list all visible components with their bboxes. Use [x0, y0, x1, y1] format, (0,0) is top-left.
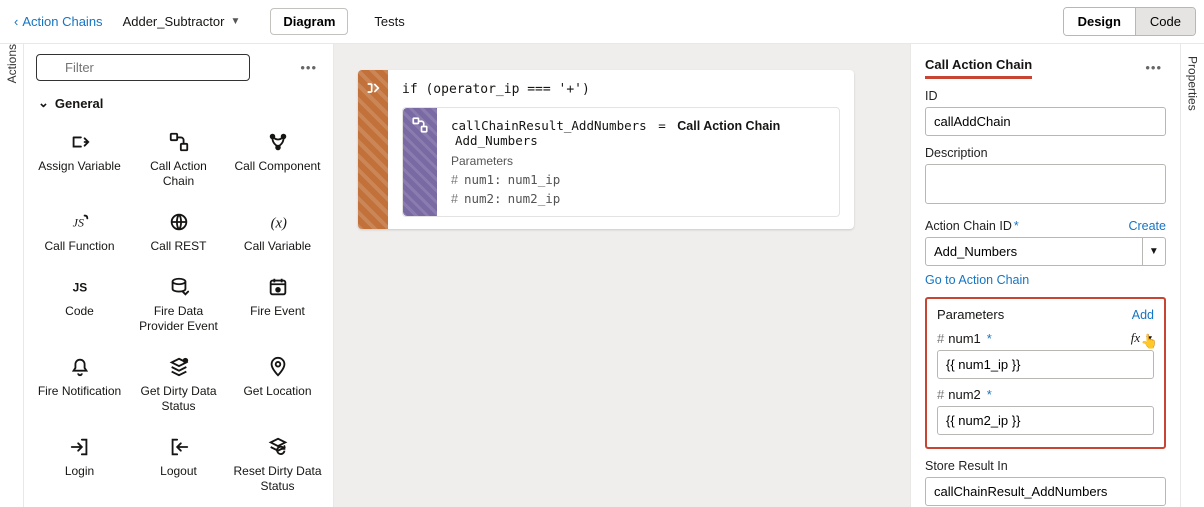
- action-label: Code: [65, 304, 94, 319]
- top-bar: ‹ Action Chains Adder_Subtractor ▼ Diagr…: [0, 0, 1204, 44]
- chain-icon: [411, 116, 429, 137]
- action-call-rest[interactable]: Call REST: [129, 203, 228, 262]
- code-toggle[interactable]: Code: [1135, 8, 1195, 35]
- store-result-label: Store Result In: [925, 459, 1166, 473]
- branch-icon: [365, 80, 381, 99]
- action-label: Call Function: [44, 239, 114, 254]
- action-label: Call Component: [234, 159, 320, 174]
- param2-label: #num2*: [937, 387, 992, 402]
- action-label: Get Dirty Data Status: [133, 384, 224, 414]
- caret-down-icon: ▼: [1149, 246, 1159, 257]
- action-fire-notification[interactable]: Fire Notification: [30, 348, 129, 422]
- chain-id-label: Action Chain ID*: [925, 219, 1019, 233]
- actions-tab-label: Actions: [5, 44, 19, 95]
- action-assign-variable[interactable]: Assign Variable: [30, 123, 129, 197]
- add-parameter-link[interactable]: Add: [1132, 308, 1154, 322]
- properties-menu-icon[interactable]: •••: [1141, 56, 1166, 79]
- diagram-canvas[interactable]: if (operator_ip === '+') callChainResult…: [334, 44, 910, 507]
- svg-text:JS: JS: [72, 281, 87, 295]
- if-node[interactable]: if (operator_ip === '+') callChainResult…: [358, 70, 854, 229]
- action-label: Login: [65, 464, 94, 479]
- properties-panel: Call Action Chain ••• ID Description Act…: [910, 44, 1180, 507]
- hash-icon: #: [937, 387, 944, 402]
- actions-side-tab[interactable]: Actions: [0, 44, 24, 507]
- description-label: Description: [925, 146, 1166, 160]
- param-line: #num1: num1_ip: [451, 172, 825, 187]
- action-call-function[interactable]: JS Call Function: [30, 203, 129, 262]
- design-toggle[interactable]: Design: [1064, 8, 1135, 35]
- param1-input[interactable]: [937, 350, 1154, 379]
- chevron-left-icon: ‹: [14, 14, 18, 29]
- action-label: Logout: [160, 464, 197, 479]
- param1-label: #num1*: [937, 331, 992, 346]
- action-get-location[interactable]: Get Location: [228, 348, 327, 422]
- description-input[interactable]: [925, 164, 1166, 204]
- call-chain-title: callChainResult_AddNumbers = Call Action…: [451, 118, 825, 148]
- filter-input[interactable]: [36, 54, 250, 81]
- chain-id-input[interactable]: [925, 237, 1143, 266]
- action-fire-data-provider-event[interactable]: Fire Data Provider Event: [129, 268, 228, 342]
- action-reset-dirty-data-status[interactable]: Reset Dirty Data Status: [228, 428, 327, 502]
- goto-chain-link[interactable]: Go to Action Chain: [925, 273, 1029, 287]
- hash-icon: #: [937, 331, 944, 346]
- actions-panel: ••• ⌄ General Assign Variable Call Action…: [24, 44, 334, 507]
- action-call-component[interactable]: Call Component: [228, 123, 327, 197]
- action-label: Fire Notification: [38, 384, 121, 399]
- svg-text:JS: JS: [72, 216, 83, 230]
- id-label: ID: [925, 89, 1166, 103]
- svg-text:(x): (x): [270, 216, 286, 232]
- call-chain-strip: [403, 108, 437, 216]
- action-label: Fire Data Provider Event: [133, 304, 224, 334]
- action-label: Fire Event: [250, 304, 305, 319]
- diagram-tab-button[interactable]: Diagram: [270, 8, 348, 35]
- action-login[interactable]: Login: [30, 428, 129, 502]
- action-call-action-chain[interactable]: Call Action Chain: [129, 123, 228, 197]
- action-call-variable[interactable]: (x) Call Variable: [228, 203, 327, 262]
- action-label: Call REST: [150, 239, 206, 254]
- tests-tab[interactable]: Tests: [366, 9, 412, 34]
- general-group-header[interactable]: ⌄ General: [24, 87, 333, 119]
- caret-down-icon: ▼: [230, 16, 240, 27]
- back-label: Action Chains: [22, 14, 102, 29]
- if-node-strip: [358, 70, 388, 229]
- caret-down-icon: ▼: [1144, 334, 1154, 345]
- chevron-down-icon: ⌄: [38, 95, 49, 111]
- action-label: Assign Variable: [38, 159, 121, 174]
- action-label: Call Action Chain: [133, 159, 224, 189]
- params-heading: Parameters: [451, 154, 825, 168]
- properties-side-tab[interactable]: Properties: [1180, 44, 1204, 507]
- param-line: #num2: num2_ip: [451, 191, 825, 206]
- properties-title: Call Action Chain: [925, 57, 1032, 79]
- if-condition-text: if (operator_ip === '+'): [402, 82, 840, 97]
- chain-selector[interactable]: Adder_Subtractor ▼: [113, 10, 251, 33]
- group-label: General: [55, 96, 103, 111]
- create-chain-link[interactable]: Create: [1128, 219, 1166, 233]
- properties-tab-label: Properties: [1186, 44, 1200, 111]
- action-code[interactable]: JS Code: [30, 268, 129, 342]
- back-action-chains-link[interactable]: ‹ Action Chains: [8, 10, 109, 33]
- call-chain-node[interactable]: callChainResult_AddNumbers = Call Action…: [402, 107, 840, 217]
- design-code-toggle: Design Code: [1063, 7, 1196, 36]
- store-result-input[interactable]: [925, 477, 1166, 506]
- action-label: Call Variable: [244, 239, 311, 254]
- action-label: Get Location: [243, 384, 311, 399]
- action-get-dirty-data-status[interactable]: Get Dirty Data Status: [129, 348, 228, 422]
- action-label: Reset Dirty Data Status: [232, 464, 323, 494]
- action-logout[interactable]: Logout: [129, 428, 228, 502]
- hash-icon: #: [451, 192, 458, 206]
- action-fire-event[interactable]: Fire Event: [228, 268, 327, 342]
- chain-id-dropdown-button[interactable]: ▼: [1143, 237, 1166, 266]
- actions-menu-icon[interactable]: •••: [296, 56, 321, 79]
- param2-input[interactable]: [937, 406, 1154, 435]
- chain-name: Adder_Subtractor: [123, 14, 225, 29]
- hash-icon: #: [451, 173, 458, 187]
- id-input[interactable]: [925, 107, 1166, 136]
- parameters-label: Parameters: [937, 307, 1004, 322]
- parameters-section: Parameters Add 👆 #num1* fx▼ #num2*: [925, 297, 1166, 449]
- param1-fx[interactable]: fx▼: [1131, 330, 1154, 346]
